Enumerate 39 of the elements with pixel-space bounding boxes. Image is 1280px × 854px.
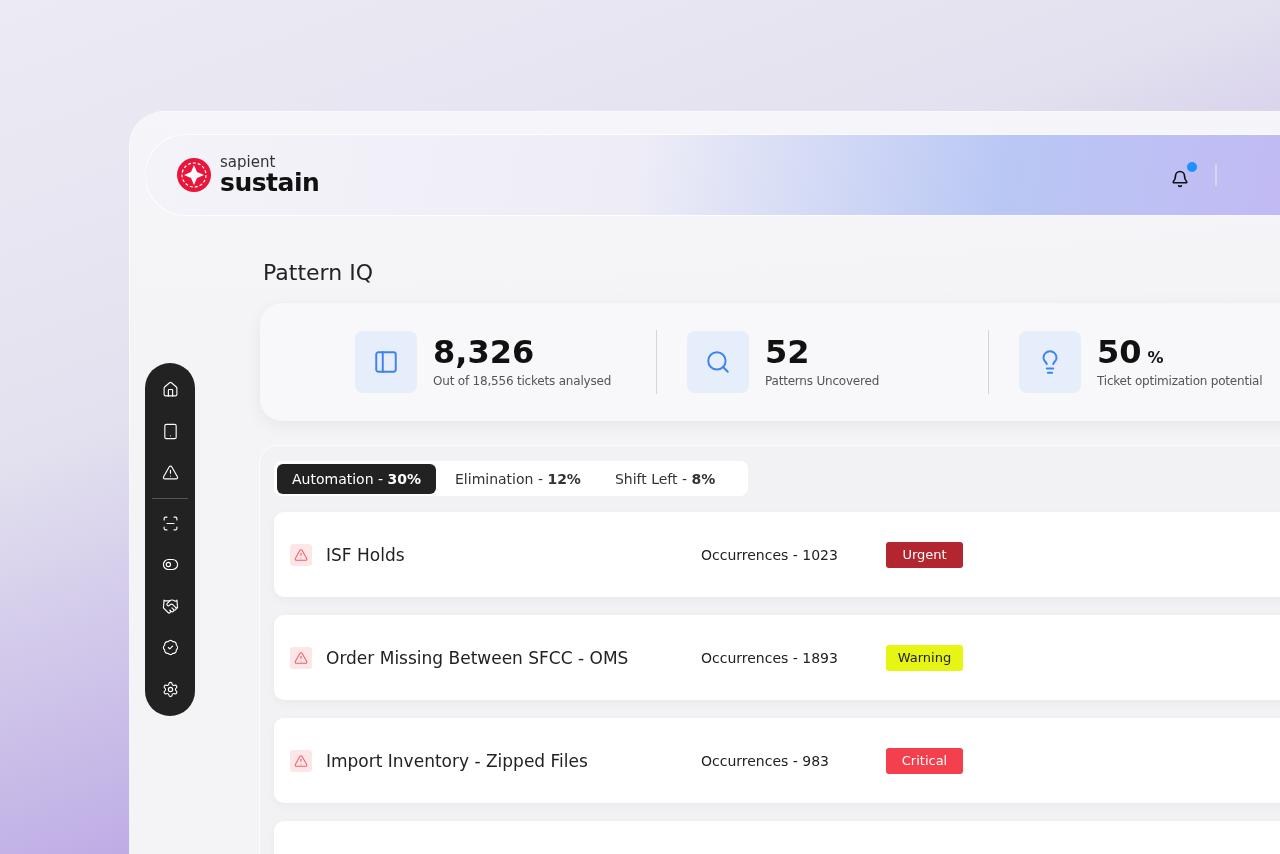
status-badge: Critical (886, 747, 963, 774)
stat-label: Out of 18,556 tickets analysed (433, 374, 612, 388)
occurrences-count: Occurrences - 1023 (701, 546, 839, 563)
scan-icon (161, 514, 179, 532)
status-badge: Warning (886, 644, 963, 671)
stat-value: 50 (1097, 336, 1142, 368)
badge-icon (161, 639, 179, 657)
warning-icon (290, 749, 312, 772)
brand-subtitle: sapient (220, 155, 277, 170)
search-icon (705, 349, 731, 375)
warning-icon (161, 464, 179, 482)
tablet-icon (161, 422, 179, 440)
settings-icon (161, 680, 179, 698)
panel-icon (373, 349, 399, 375)
occurrences-count: Occurrences - 1893 (701, 649, 839, 666)
warning-icon (290, 646, 312, 669)
pattern-title: ISF Holds (326, 544, 406, 565)
stat-value: 8,326 (433, 336, 535, 368)
page-title: Pattern IQ (263, 260, 374, 285)
category-tab[interactable]: Automation - 30% (277, 463, 436, 494)
occurrences-count: Occurrences - 983 (701, 752, 830, 769)
stat-label: Patterns Uncovered (765, 374, 880, 388)
status-badge: Urgent (886, 541, 963, 568)
pattern-row[interactable]: ISF Holds Occurrences - 1023 Urgent (274, 512, 1280, 597)
logo-icon (176, 157, 212, 193)
warning-icon (290, 543, 312, 566)
pattern-row[interactable]: Import Inventory - Zipped Files Occurrences - 983 Critical (274, 718, 1280, 803)
pattern-row[interactable]: Order Missing Between SFCC - OMS Occurrences - 1893 Warning (274, 615, 1280, 700)
category-tab[interactable]: Elimination - 12% (440, 463, 596, 494)
pattern-title: Order Missing Between SFCC - OMS (326, 647, 630, 668)
pattern-title: Import Inventory - Zipped Files (326, 750, 589, 771)
handshake-icon (161, 597, 179, 615)
brand-name: sustain (220, 170, 320, 195)
stat-label: Ticket optimization potential (1097, 374, 1263, 388)
category-tab[interactable]: Shift Left - 8% (599, 463, 731, 494)
stat-unit: % (1147, 348, 1164, 367)
notification-button[interactable] (1171, 162, 1197, 188)
stat-value: 52 (765, 336, 810, 368)
home-icon (161, 381, 179, 399)
